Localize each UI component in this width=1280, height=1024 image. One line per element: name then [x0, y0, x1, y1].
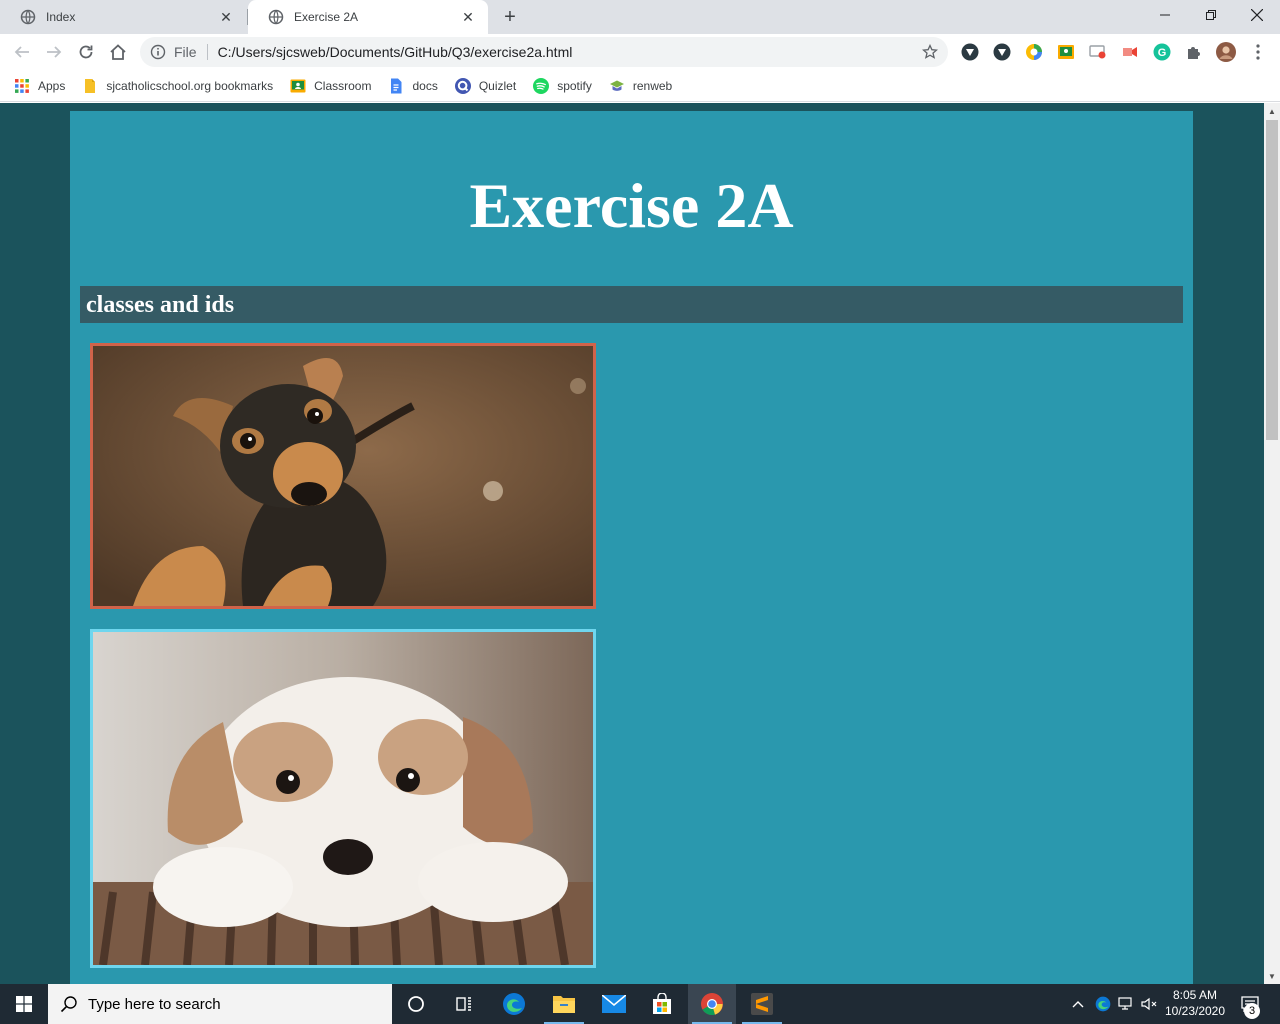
screen-extension-icon[interactable] — [1088, 42, 1108, 62]
taskbar-search-box[interactable]: Type here to search — [48, 984, 392, 1024]
bookmarks-bar: Apps sjcatholicschool.org bookmarks Clas… — [0, 70, 1280, 102]
info-icon[interactable] — [150, 44, 166, 60]
profile-avatar-icon[interactable] — [1216, 42, 1236, 62]
quizlet-icon — [454, 77, 471, 94]
page-title: Exercise 2A — [469, 170, 794, 241]
vertical-scrollbar[interactable]: ▲ ▼ — [1264, 103, 1280, 984]
shield-extension-icon[interactable] — [992, 42, 1012, 62]
minimize-icon[interactable] — [1142, 0, 1188, 30]
file-explorer-icon[interactable] — [540, 984, 588, 1024]
reload-icon[interactable] — [72, 38, 100, 66]
puppy-photo-brown-black — [90, 343, 596, 609]
screencastify-extension-icon[interactable] — [1120, 42, 1140, 62]
page-viewport: Exercise 2A classes and ids — [0, 103, 1264, 984]
bookmark-label: Quizlet — [478, 78, 517, 93]
bookmark-sjcatholicschool[interactable]: sjcatholicschool.org bookmarks — [82, 78, 273, 94]
menu-kebab-icon[interactable] — [1248, 42, 1268, 62]
notification-badge: 3 — [1244, 1003, 1260, 1019]
sublime-text-icon[interactable] — [738, 984, 786, 1024]
bookmark-classroom[interactable]: Classroom — [290, 78, 371, 94]
url-scheme-label: File — [174, 44, 197, 60]
close-tab-icon[interactable]: ✕ — [460, 9, 476, 25]
volume-muted-icon[interactable] — [1139, 994, 1159, 1014]
system-clock[interactable]: 8:05 AM 10/23/2020 — [1162, 987, 1228, 1019]
section-title: classes and ids — [86, 292, 235, 318]
scroll-up-icon[interactable]: ▲ — [1264, 103, 1280, 119]
mail-icon[interactable] — [590, 984, 638, 1024]
close-tab-icon[interactable]: ✕ — [218, 9, 234, 25]
spotify-icon — [533, 77, 550, 94]
svg-text:G: G — [1158, 47, 1167, 59]
bookmark-quizlet[interactable]: Quizlet — [454, 77, 517, 94]
tab-index[interactable]: Index ✕ — [0, 0, 246, 34]
task-view-icon[interactable] — [440, 984, 488, 1024]
address-bar[interactable]: File C:/Users/sjcsweb/Documents/GitHub/Q… — [140, 37, 948, 67]
windows-start-icon[interactable] — [0, 984, 48, 1024]
edge-tray-icon[interactable] — [1093, 994, 1113, 1014]
network-icon[interactable] — [1116, 994, 1136, 1014]
back-icon[interactable] — [8, 38, 36, 66]
bookmark-apps[interactable]: Apps — [14, 78, 65, 94]
close-window-icon[interactable] — [1234, 0, 1280, 30]
renweb-icon — [609, 80, 624, 91]
tab-title: Exercise 2A — [294, 10, 359, 24]
apps-grid-icon — [15, 78, 29, 93]
bookmark-label: spotify — [557, 78, 592, 93]
docs-icon — [391, 78, 402, 93]
section-header: classes and ids — [80, 286, 1183, 323]
puppy-photo-white-tan — [90, 629, 596, 968]
bookmark-label: Classroom — [314, 78, 372, 93]
content-container: Exercise 2A classes and ids — [70, 111, 1193, 984]
restore-icon[interactable] — [1188, 0, 1234, 30]
edge-icon[interactable] — [490, 984, 538, 1024]
tab-title: Index — [46, 10, 76, 24]
new-tab-button[interactable]: + — [498, 5, 522, 29]
scroll-thumb[interactable] — [1266, 120, 1278, 440]
url-divider — [206, 44, 208, 60]
bookmark-label: renweb — [632, 78, 673, 93]
browser-toolbar: File C:/Users/sjcsweb/Documents/GitHub/Q… — [0, 34, 1280, 70]
clock-date: 10/23/2020 — [1164, 1004, 1226, 1018]
search-icon — [60, 996, 77, 1013]
store-icon[interactable] — [638, 984, 686, 1024]
folder-icon — [85, 78, 96, 93]
home-icon[interactable] — [104, 38, 132, 66]
chevron-up-icon[interactable] — [1068, 994, 1088, 1014]
search-placeholder: Type here to search — [88, 995, 221, 1013]
classroom-icon — [290, 79, 306, 92]
puzzle-extensions-icon[interactable] — [1184, 42, 1204, 62]
cortana-icon[interactable] — [392, 984, 440, 1024]
bookmark-star-icon[interactable] — [920, 42, 940, 62]
globe-icon — [268, 9, 284, 25]
windows-taskbar: Type here to search 8:05 AM 10/23/2020 3 — [0, 984, 1280, 1024]
bookmark-label: Apps — [38, 78, 66, 93]
tab-strip: Index ✕ Exercise 2A ✕ + — [0, 0, 1280, 34]
bookmark-spotify[interactable]: spotify — [533, 77, 592, 94]
chrome-taskbar-icon[interactable] — [688, 984, 736, 1024]
scroll-down-icon[interactable]: ▼ — [1264, 968, 1280, 984]
bookmark-label: sjcatholicschool.org bookmarks — [106, 78, 274, 93]
clock-time: 8:05 AM — [1172, 988, 1218, 1002]
bookmark-renweb[interactable]: renweb — [609, 78, 672, 94]
forward-icon[interactable] — [40, 38, 68, 66]
bookmark-docs[interactable]: docs — [388, 78, 438, 94]
shield-extension-icon[interactable] — [960, 42, 980, 62]
globe-icon — [20, 9, 36, 25]
classroom-extension-icon[interactable] — [1056, 42, 1076, 62]
grammarly-extension-icon[interactable]: G — [1152, 42, 1172, 62]
tab-exercise-2a[interactable]: Exercise 2A ✕ — [248, 0, 488, 34]
url-text[interactable]: C:/Users/sjcsweb/Documents/GitHub/Q3/exe… — [218, 44, 920, 60]
color-wheel-extension-icon[interactable] — [1024, 42, 1044, 62]
bookmark-label: docs — [412, 78, 438, 93]
